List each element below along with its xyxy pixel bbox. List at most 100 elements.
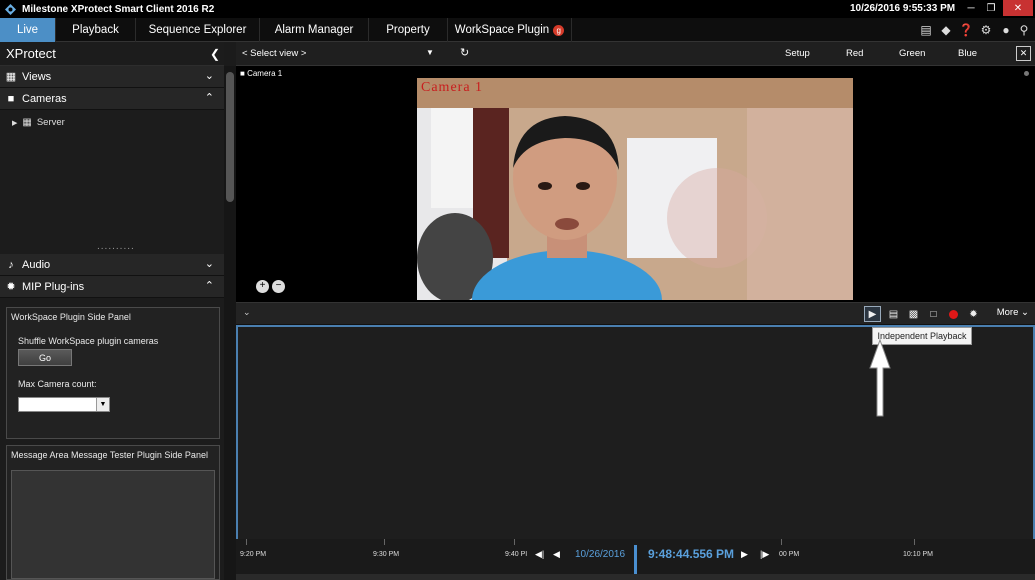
max-camera-label: Max Camera count:: [18, 379, 97, 389]
save-icon[interactable]: ▤: [885, 306, 902, 322]
tab-sequence-explorer[interactable]: Sequence Explorer: [136, 18, 260, 42]
view-toolbar: < Select view > ▼ ↻ Setup Red Green Blue…: [236, 42, 1035, 66]
close-icon[interactable]: ✕: [1003, 0, 1033, 16]
zoom-out-button[interactable]: −: [272, 280, 285, 293]
camera-tile[interactable]: ■ Camera 1 Camera 1 + −: [236, 66, 1035, 302]
plugin-icon: ✹: [6, 281, 16, 293]
user-icon[interactable]: ●: [998, 22, 1014, 38]
timeline-tick: [246, 539, 247, 545]
dropdown-arrow-icon[interactable]: ▼: [426, 48, 434, 57]
settings-icon[interactable]: ⚙: [978, 22, 994, 38]
record-dot: [949, 309, 958, 319]
views-section-header[interactable]: ▦ Views ⌄: [0, 66, 224, 88]
left-panel: XProtect ❮ ▦ Views ⌄ ■ Cameras ⌃ ▶ ▦ Ser…: [0, 42, 224, 580]
camera-small-icon: ■: [240, 69, 245, 78]
tab-playback[interactable]: Playback: [56, 18, 136, 42]
camera-label: Camera 1: [247, 69, 283, 78]
timeline-cursor[interactable]: [634, 545, 637, 577]
tab-live[interactable]: Live: [0, 18, 56, 42]
clipboard-icon[interactable]: □: [925, 306, 942, 322]
current-time[interactable]: 9:48:44.556 PM: [648, 547, 734, 561]
record-icon[interactable]: [945, 306, 962, 322]
zoom-in-button[interactable]: +: [256, 280, 269, 293]
resize-handle[interactable]: ..........: [97, 241, 135, 252]
camera-title: ■ Camera 1: [240, 69, 282, 78]
pin-icon[interactable]: ⚲: [1016, 22, 1032, 38]
panel-title: XProtect: [6, 46, 56, 61]
audio-label: Audio: [22, 258, 51, 271]
chevron-up-icon: ⌃: [204, 280, 214, 292]
plugin-badge: g: [553, 24, 565, 36]
zoom-controls: + −: [256, 280, 285, 293]
server-icon: ▦: [22, 117, 32, 128]
tab-alarm-manager[interactable]: Alarm Manager: [260, 18, 369, 42]
red-button[interactable]: Red: [846, 48, 863, 59]
monitor-icon[interactable]: ▤: [918, 22, 934, 38]
network-icon[interactable]: ◆: [938, 22, 954, 38]
setup-button[interactable]: Setup: [785, 48, 810, 59]
main-area: < Select view > ▼ ↻ Setup Red Green Blue…: [236, 42, 1035, 580]
message-panel-title: Message Area Message Tester Plugin Side …: [11, 450, 208, 460]
expand-arrow-icon[interactable]: ▶: [12, 119, 17, 127]
max-camera-select[interactable]: ▼: [18, 397, 110, 412]
timeline-tick: [781, 539, 782, 545]
cameras-section-header[interactable]: ■ Cameras ⌃: [0, 88, 224, 110]
main-tabs: Live Playback Sequence Explorer Alarm Ma…: [0, 18, 1035, 42]
window-title: Milestone XProtect Smart Client 2016 R2: [22, 3, 215, 15]
camera-overlay-text: Camera 1: [421, 80, 484, 95]
timeline-tick: [384, 539, 385, 545]
status-indicator: [1024, 71, 1029, 76]
views-label: Views: [22, 70, 52, 83]
shuffle-label: Shuffle WorkSpace plugin cameras: [18, 336, 159, 346]
minimize-icon[interactable]: ─: [960, 0, 982, 16]
timeline-label: 9:20 PM: [240, 551, 267, 558]
camera-icon: ■: [7, 92, 15, 105]
tab-label: Live: [16, 24, 39, 36]
go-button[interactable]: Go: [18, 349, 72, 366]
more-button[interactable]: More ⌄: [997, 307, 1029, 318]
mip-section-header[interactable]: ✹ MIP Plug-ins ⌃: [0, 276, 224, 298]
play-reverse-icon[interactable]: ◀: [553, 549, 560, 560]
timeline-date[interactable]: 10/26/2016: [575, 549, 625, 560]
plugin-icon[interactable]: ✹: [965, 306, 982, 322]
timeline-label: 10:10 PM: [903, 551, 933, 558]
tab-workspace-plugin[interactable]: WorkSpace Plugin g: [448, 18, 572, 42]
print-icon[interactable]: ▩: [905, 306, 922, 322]
tab-label: WorkSpace Plugin: [454, 24, 550, 36]
fullscreen-icon[interactable]: ✕: [1016, 46, 1031, 61]
green-button[interactable]: Green: [899, 48, 925, 59]
restore-icon[interactable]: ❐: [980, 0, 1002, 16]
help-icon[interactable]: ❓: [958, 22, 974, 38]
grid-icon: ▦: [5, 71, 17, 83]
play-forward-icon[interactable]: ▶: [741, 549, 748, 560]
left-scrollbar[interactable]: [224, 66, 236, 580]
timeline[interactable]: 9:20 PM 9:30 PM 9:40 PI ◀| ◀ 10/26/2016 …: [236, 539, 1035, 580]
clock: 10/26/2016 9:55:33 PM: [850, 3, 956, 14]
chevron-down-icon[interactable]: ⌄: [243, 307, 251, 318]
independent-playback-icon[interactable]: ▶: [864, 306, 881, 322]
tree-item-server[interactable]: ▶ ▦ Server: [12, 117, 65, 128]
timeline-label: 9:40 PI: [505, 551, 528, 558]
next-frame-icon[interactable]: |▶: [760, 549, 769, 560]
scroll-thumb[interactable]: [226, 72, 234, 202]
arrow-up-icon: [869, 338, 891, 417]
timeline-label: 9:30 PM: [373, 551, 400, 558]
video-feed: Camera 1: [417, 78, 853, 300]
dropdown-arrow-icon[interactable]: ▼: [96, 398, 109, 411]
milestone-logo-icon: [4, 3, 16, 15]
camera-toolbar: ⌄ ▶ ▤ ▩ □ ✹ More ⌄: [236, 302, 1035, 324]
speaker-icon: ♪: [8, 258, 14, 271]
server-label: Server: [36, 117, 65, 128]
tab-label: Alarm Manager: [274, 24, 354, 36]
tab-property[interactable]: Property: [369, 18, 448, 42]
blue-button[interactable]: Blue: [958, 48, 977, 59]
select-view-dropdown[interactable]: < Select view >: [242, 48, 306, 59]
swap-view-icon[interactable]: ↻: [460, 46, 469, 59]
chevron-up-icon: ⌃: [204, 92, 214, 104]
tab-label: Playback: [72, 24, 119, 36]
more-label: More: [996, 307, 1019, 318]
timeline-track[interactable]: [236, 574, 1035, 580]
audio-section-header[interactable]: ♪ Audio ⌄: [0, 254, 224, 276]
collapse-panel-icon[interactable]: ❮: [210, 47, 220, 61]
previous-frame-icon[interactable]: ◀|: [535, 549, 544, 560]
